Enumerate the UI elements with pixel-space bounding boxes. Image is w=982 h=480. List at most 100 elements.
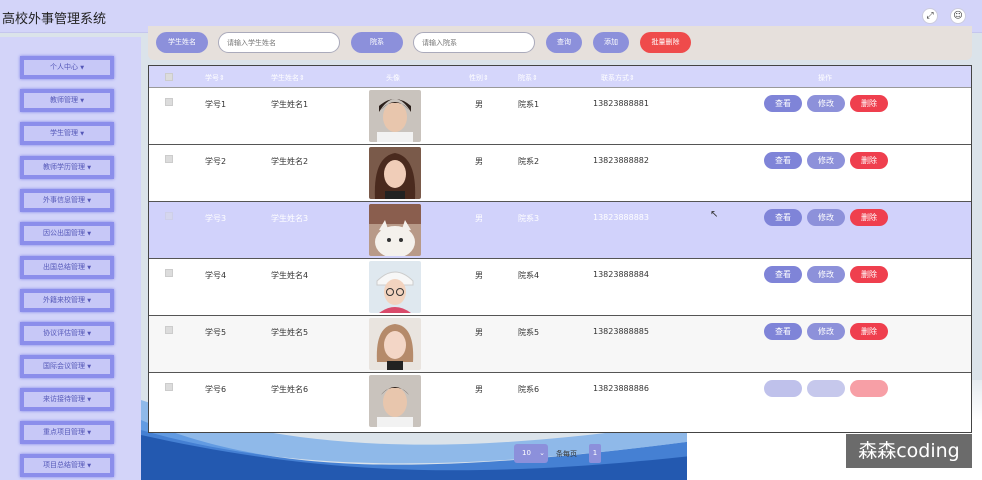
page-size-select[interactable]: 10 ⌄: [514, 444, 548, 463]
caret-down-icon: ▼: [87, 198, 92, 204]
student-name-input[interactable]: [218, 32, 340, 53]
header-label: 院系: [518, 74, 532, 82]
view-button[interactable]: 查看: [764, 323, 802, 340]
sidebar-item-students[interactable]: 学生管理 ▼: [20, 122, 114, 145]
row-checkbox[interactable]: [165, 326, 173, 334]
row-checkbox[interactable]: [165, 98, 173, 106]
cell-name: 学生姓名5: [271, 328, 309, 337]
delete-button[interactable]: 删除: [850, 152, 888, 169]
dept-input[interactable]: [413, 32, 535, 53]
table-header: 学号⇕ 学生姓名⇕ 头像 性别⇕ 院系⇕ 联系方式⇕ 操作: [149, 66, 971, 88]
avatar: [369, 318, 421, 370]
cell-phone: 13823888885: [593, 327, 649, 336]
fullscreen-icon[interactable]: ⤢: [922, 8, 938, 24]
sidebar-item-project-summary[interactable]: 项目总结管理 ▼: [20, 454, 114, 477]
sidebar-item-intl-conferences[interactable]: 国际会议管理 ▼: [20, 355, 114, 378]
caret-down-icon: ▼: [87, 397, 92, 403]
sidebar-item-agreement-review[interactable]: 协议评估管理 ▼: [20, 322, 114, 345]
edit-button[interactable]: 修改: [807, 152, 845, 169]
sidebar-item-trip-summary[interactable]: 出国总结管理 ▼: [20, 256, 114, 279]
sidebar-item-personal-center[interactable]: 个人中心 ▼: [20, 56, 114, 79]
edit-button[interactable]: 修改: [807, 266, 845, 283]
cell-dept: 院系2: [518, 157, 540, 166]
table-row[interactable]: 学号2 学生姓名2 男 院系2 13823888882 查看 修改 删除: [149, 145, 971, 202]
sidebar-item-teacher-education[interactable]: 教师学历管理 ▼: [20, 156, 114, 179]
row-checkbox[interactable]: [165, 212, 173, 220]
row-checkbox[interactable]: [165, 269, 173, 277]
row-checkbox[interactable]: [165, 155, 173, 163]
select-all-checkbox[interactable]: [165, 73, 173, 81]
portrait-image: [369, 318, 421, 370]
table-row[interactable]: 学号4 学生姓名4 男 院系4 13823888884 查看 修改 删除: [149, 259, 971, 316]
caret-down-icon: ▼: [87, 364, 92, 370]
caret-down-icon: ▼: [87, 265, 92, 271]
portrait-image: [369, 375, 421, 427]
caret-down-icon: ▼: [87, 298, 92, 304]
view-button[interactable]: 查看: [764, 266, 802, 283]
avatar: [369, 261, 421, 313]
view-button[interactable]: [764, 380, 802, 397]
add-button[interactable]: 添加: [593, 32, 629, 53]
header-dept[interactable]: 院系⇕: [518, 73, 538, 83]
header-id[interactable]: 学号⇕: [205, 73, 225, 83]
sort-icon: ⇕: [532, 74, 538, 82]
header-label: 学生姓名: [271, 74, 299, 82]
caret-down-icon: ▼: [87, 430, 92, 436]
sidebar-item-label: 外事信息管理: [42, 196, 85, 204]
sidebar-item-label: 国际会议管理: [42, 362, 85, 370]
row-checkbox[interactable]: [165, 383, 173, 391]
view-button[interactable]: 查看: [764, 95, 802, 112]
header-label: 联系方式: [601, 74, 629, 82]
sidebar-item-label: 教师管理: [49, 96, 78, 104]
edit-button[interactable]: [807, 380, 845, 397]
sidebar-item-label: 来访接待管理: [42, 395, 85, 403]
sidebar-item-label: 出国总结管理: [42, 263, 85, 271]
sidebar-item-key-projects[interactable]: 重点项目管理 ▼: [20, 421, 114, 444]
header-gender[interactable]: 性别⇕: [469, 73, 489, 83]
table-row[interactable]: 学号5 学生姓名5 男 院系5 13823888885 查看 修改 删除: [149, 316, 971, 373]
sidebar-item-visit-reception[interactable]: 来访接待管理 ▼: [20, 388, 114, 411]
delete-button[interactable]: 删除: [850, 95, 888, 112]
sidebar-item-label: 教师学历管理: [42, 163, 85, 171]
delete-button[interactable]: 删除: [850, 323, 888, 340]
cell-dept: 院系4: [518, 271, 540, 280]
header-label: 性别: [469, 74, 483, 82]
query-button[interactable]: 查询: [546, 32, 582, 53]
view-button[interactable]: 查看: [764, 209, 802, 226]
delete-button[interactable]: 删除: [850, 266, 888, 283]
cell-gender: 男: [475, 385, 483, 394]
edit-button[interactable]: 修改: [807, 209, 845, 226]
avatar: [369, 375, 421, 427]
cell-dept: 院系6: [518, 385, 540, 394]
delete-button[interactable]: 删除: [850, 209, 888, 226]
delete-button[interactable]: [850, 380, 888, 397]
per-page-label: 条每页: [556, 450, 577, 458]
caret-down-icon: ▼: [80, 65, 85, 71]
portrait-image: [369, 204, 421, 256]
student-name-label: 学生姓名: [156, 32, 208, 53]
search-bar: 学生姓名 院系 查询 添加 批量删除: [148, 26, 972, 60]
table-row[interactable]: 学号3 学生姓名3 男 院系3 13823888883 查看 修改 删除: [149, 202, 971, 259]
header-contact[interactable]: 联系方式⇕: [601, 73, 635, 83]
avatar: [369, 204, 421, 256]
sidebar: 个人中心 ▼ 教师管理 ▼ 学生管理 ▼ 教师学历管理 ▼ 外事信息管理 ▼ 因…: [0, 37, 141, 480]
edit-button[interactable]: 修改: [807, 323, 845, 340]
header-name[interactable]: 学生姓名⇕: [271, 73, 305, 83]
edit-button[interactable]: 修改: [807, 95, 845, 112]
sidebar-item-foreign-affairs[interactable]: 外事信息管理 ▼: [20, 189, 114, 212]
page-1-button[interactable]: 1: [589, 444, 601, 463]
batch-delete-button[interactable]: 批量删除: [640, 32, 691, 53]
cell-dept: 院系3: [518, 214, 540, 223]
cell-phone: 13823888883: [593, 213, 649, 222]
cell-gender: 男: [475, 271, 483, 280]
sidebar-item-label: 学生管理: [49, 129, 78, 137]
sidebar-item-teachers[interactable]: 教师管理 ▼: [20, 89, 114, 112]
user-icon[interactable]: ☺: [950, 8, 966, 24]
header-actions: 操作: [818, 74, 832, 82]
sidebar-item-foreign-visitors[interactable]: 外籍来校管理 ▼: [20, 289, 114, 312]
table-row[interactable]: 学号1 学生姓名1 男 院系1 13823888881 查看 修改 删除: [149, 88, 971, 145]
table-row[interactable]: 学号6 学生姓名6 男 院系6 13823888886: [149, 373, 971, 430]
sidebar-item-official-trips[interactable]: 因公出国管理 ▼: [20, 222, 114, 245]
view-button[interactable]: 查看: [764, 152, 802, 169]
cell-dept: 院系1: [518, 100, 540, 109]
